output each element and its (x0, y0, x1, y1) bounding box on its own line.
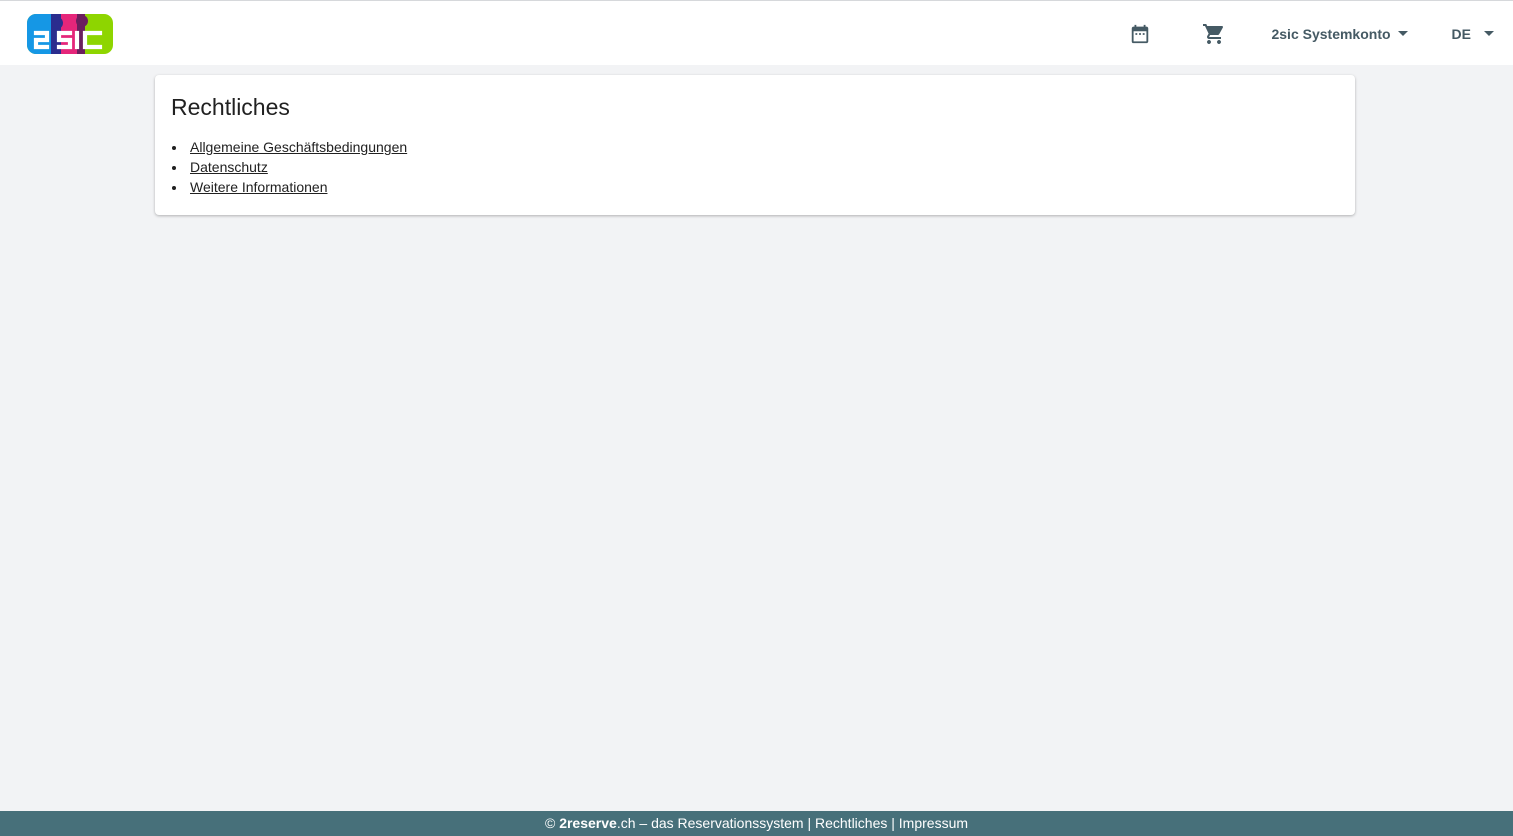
caret-down-icon (1484, 31, 1494, 36)
footer-separator: | (891, 815, 895, 831)
calendar-icon (1132, 24, 1149, 43)
calendar-button[interactable] (1119, 13, 1161, 55)
legal-card: Rechtliches Allgemeine Geschäftsbedingun… (155, 75, 1355, 215)
list-item: Datenschutz (171, 157, 1339, 177)
list-item: Weitere Informationen (171, 177, 1339, 197)
more-info-link[interactable]: Weitere Informationen (190, 179, 327, 195)
language-label: DE (1451, 25, 1471, 42)
top-app-bar: 2sic Systemkonto DE (0, 0, 1513, 65)
company-logo[interactable] (27, 14, 113, 54)
footer-separator: | (807, 815, 812, 831)
footer-legal-link[interactable]: Rechtliches (815, 815, 887, 831)
brand-suffix: .ch (616, 815, 636, 831)
terms-link[interactable]: Allgemeine Geschäftsbedingungen (190, 139, 407, 155)
legal-links-list: Allgemeine Geschäftsbedingungen Datensch… (171, 137, 1339, 197)
footer-tagline: – das Reservationssystem (635, 815, 804, 831)
language-dropdown[interactable]: DE (1452, 13, 1494, 55)
list-item: Allgemeine Geschäftsbedingungen (171, 137, 1339, 157)
page-title: Rechtliches (171, 94, 290, 120)
account-dropdown[interactable]: 2sic Systemkonto (1271, 13, 1408, 55)
shopping-cart-icon (1203, 23, 1224, 44)
brand-name: 2reserve (559, 815, 617, 831)
shopping-cart-button[interactable] (1193, 13, 1235, 55)
footer: © 2reserve.ch – das Reservationssystem |… (0, 811, 1513, 836)
copyright-symbol: © (544, 815, 556, 831)
footer-imprint-link[interactable]: Impressum (899, 815, 968, 831)
brand-link[interactable]: 2reserve.ch (559, 815, 635, 831)
header-actions: 2sic Systemkonto DE (1119, 1, 1513, 66)
account-label: 2sic Systemkonto (1271, 25, 1391, 42)
page: 2sic Systemkonto DE Rechtliches Allgemei… (0, 0, 1513, 836)
privacy-link[interactable]: Datenschutz (190, 159, 268, 175)
caret-down-icon (1397, 31, 1408, 36)
